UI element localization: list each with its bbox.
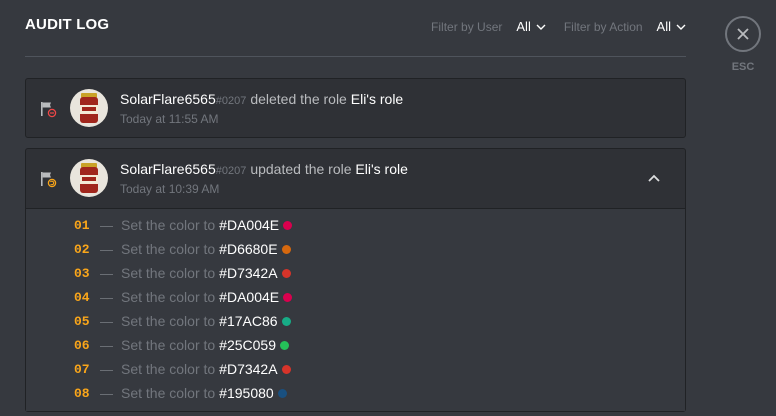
username[interactable]: SolarFlare6565 (120, 161, 216, 177)
audit-log-entry[interactable]: SolarFlare6565#0207 deleted the role Eli'… (25, 78, 686, 138)
filter-by-action-label: Filter by Action (563, 19, 643, 34)
target-role: Eli's role (355, 161, 408, 177)
discriminator: #0207 (215, 95, 247, 107)
close-button[interactable] (725, 16, 761, 52)
page-title: AUDIT LOG (25, 16, 110, 33)
discriminator: #0207 (215, 165, 247, 177)
dash: — (100, 337, 113, 353)
color-swatch (280, 340, 289, 350)
change-value: #D7342A (219, 361, 278, 377)
change-number: 08 (74, 385, 90, 401)
audit-log-entry-expanded[interactable]: SolarFlare6565#0207 updated the role Eli'… (25, 148, 686, 412)
color-swatch (281, 244, 291, 254)
color-swatch (283, 220, 293, 230)
change-item: 07 — Set the color to #D7342A (74, 359, 291, 379)
jar-icon (80, 93, 98, 123)
dash: — (100, 241, 113, 257)
target-role: Eli's role (350, 91, 404, 107)
change-item: 01 — Set the color to #DA004E (74, 215, 293, 235)
username[interactable]: SolarFlare6565 (120, 91, 216, 107)
chevron-up-icon[interactable] (647, 171, 661, 185)
color-swatch (281, 268, 291, 278)
change-text: Set the color to (121, 217, 216, 233)
change-number: 04 (74, 289, 90, 305)
change-list: 01— Set the color to #DA004E 02— Set the co… (26, 208, 685, 411)
change-value: #DA004E (219, 217, 280, 233)
dash: — (100, 289, 113, 305)
avatar[interactable] (70, 89, 108, 127)
filter-by-action-value: All (656, 19, 671, 34)
change-item: 02 — Set the color to #D6680E (74, 239, 291, 259)
timestamp: Today at 11:55 AM (120, 112, 219, 126)
esc-label: ESC (731, 61, 755, 73)
chevron-down-icon (676, 24, 686, 30)
chevron-down-icon (536, 24, 546, 30)
change-text: Set the color to (121, 289, 216, 305)
change-text: Set the color to (121, 313, 216, 329)
change-number: 05 (74, 313, 90, 329)
change-item: 08 — Set the color to #195080 (74, 383, 287, 403)
dash: — (100, 385, 113, 401)
change-value: #D6680E (219, 241, 278, 257)
dash: — (100, 361, 113, 377)
color-swatch (283, 292, 293, 302)
change-text: Set the color to (121, 361, 216, 377)
dash: — (100, 217, 113, 233)
filter-bar: Filter by User All Filter by Action All (431, 19, 686, 34)
avatar[interactable] (70, 159, 108, 197)
change-value: #195080 (219, 385, 274, 401)
change-number: 02 (74, 241, 90, 257)
dash: — (100, 265, 113, 281)
change-number: 06 (74, 337, 90, 353)
action-text: updated the role (250, 161, 352, 177)
change-text: Set the color to (121, 337, 216, 353)
role-update-icon (41, 172, 57, 188)
close-icon (737, 28, 749, 40)
change-value: #25C059 (219, 337, 276, 353)
change-value: #DA004E (219, 289, 280, 305)
entry-summary: SolarFlare6565#0207 deleted the role Eli'… (120, 91, 403, 107)
filter-by-user-dropdown[interactable]: All (516, 19, 546, 34)
change-item: 03 — Set the color to #D7342A (74, 263, 291, 283)
change-item: 04 — Set the color to #DA004E (74, 287, 293, 307)
header-divider (25, 56, 686, 57)
entry-header: SolarFlare6565#0207 updated the role Eli'… (26, 149, 685, 207)
color-swatch (277, 388, 287, 398)
filter-by-user-label: Filter by User (431, 19, 503, 34)
change-number: 03 (74, 265, 90, 281)
dash: — (100, 313, 113, 329)
entry-summary: SolarFlare6565#0207 updated the role Eli'… (120, 161, 408, 177)
role-delete-icon (41, 102, 57, 118)
change-value: #17AC86 (219, 313, 278, 329)
color-swatch (281, 316, 291, 326)
change-number: 07 (74, 361, 90, 377)
color-swatch (281, 364, 291, 374)
jar-icon (80, 163, 98, 193)
change-item: 05 — Set the color to #17AC86 (74, 311, 291, 331)
change-text: Set the color to (121, 265, 216, 281)
filter-by-user-value: All (516, 19, 531, 34)
filter-by-action-dropdown[interactable]: All (657, 19, 686, 34)
change-number: 01 (74, 217, 90, 233)
change-item: 06 — Set the color to #25C059 (74, 335, 289, 355)
timestamp: Today at 10:39 AM (120, 182, 220, 196)
action-text: deleted the role (250, 91, 347, 107)
entry-header: SolarFlare6565#0207 deleted the role Eli'… (26, 79, 685, 137)
change-text: Set the color to (121, 385, 216, 401)
change-text: Set the color to (121, 241, 216, 257)
change-value: #D7342A (219, 265, 278, 281)
